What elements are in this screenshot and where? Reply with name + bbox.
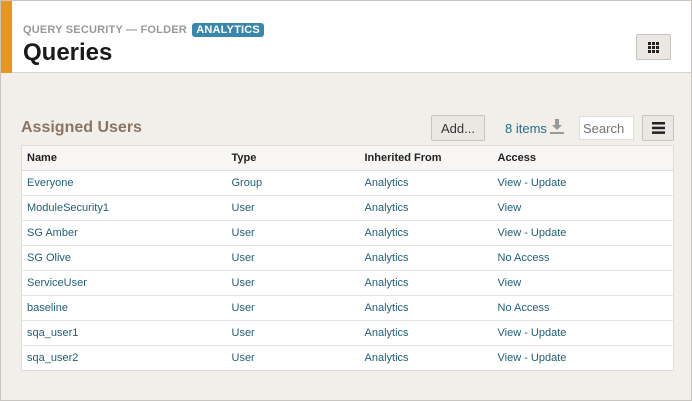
cell-type: User	[226, 295, 360, 321]
cell-inherited-from: Analytics	[359, 295, 493, 321]
cell-name: SG Olive	[21, 245, 227, 271]
menu-button[interactable]	[642, 115, 674, 141]
table-row[interactable]: SG Olive User Analytics No Access	[21, 245, 674, 271]
cell-access: View - Update	[492, 320, 674, 346]
cell-access: View	[492, 195, 674, 221]
cell-name: baseline	[21, 295, 227, 321]
table-row[interactable]: sqa_user2 User Analytics View - Update	[22, 346, 674, 371]
column-header-type[interactable]: Type	[226, 145, 360, 171]
grid-icon	[648, 41, 659, 53]
table-header: Name Type Inherited From Access	[21, 145, 674, 171]
cell-type: User	[226, 270, 360, 296]
accent-bar	[1, 1, 12, 73]
cell-access: View - Update	[492, 220, 674, 246]
download-icon[interactable]	[550, 118, 564, 137]
column-header-access[interactable]: Access	[492, 145, 674, 171]
table-row[interactable]: SG Amber User Analytics View - Update	[21, 220, 674, 246]
cell-type: User	[226, 220, 360, 246]
breadcrumb: QUERY SECURITY — FOLDER ANALYTICS	[23, 23, 264, 37]
grid-view-button[interactable]	[636, 34, 671, 60]
cell-inherited-from: Analytics	[359, 195, 493, 221]
cell-access: No Access	[492, 245, 674, 271]
cell-access: View - Update	[497, 352, 567, 364]
cell-inherited-from: Analytics	[359, 320, 493, 346]
cell-name: sqa_user2	[27, 352, 79, 364]
section-title: Assigned Users	[21, 119, 142, 136]
table-row[interactable]: Everyone Group Analytics View - Update	[21, 170, 674, 196]
item-count: 8 items	[505, 121, 547, 136]
cell-name: SG Amber	[21, 220, 227, 246]
cell-inherited-from: Analytics	[359, 170, 493, 196]
cell-inherited-from: Analytics	[364, 352, 409, 364]
assigned-users-table: Name Type Inherited From Access Everyone…	[21, 145, 674, 371]
cell-name: sqa_user1	[21, 320, 227, 346]
breadcrumb-text: QUERY SECURITY — FOLDER	[23, 24, 187, 36]
search-input[interactable]	[579, 116, 634, 140]
cell-access: View - Update	[492, 170, 674, 196]
cell-name: ModuleSecurity1	[21, 195, 227, 221]
cell-inherited-from: Analytics	[359, 220, 493, 246]
cell-type: User	[231, 352, 255, 364]
cell-access: View	[492, 270, 674, 296]
page-header: QUERY SECURITY — FOLDER ANALYTICS Querie…	[1, 1, 691, 73]
cell-access: No Access	[492, 295, 674, 321]
cell-type: User	[226, 195, 360, 221]
table-row[interactable]: sqa_user1 User Analytics View - Update	[21, 320, 674, 346]
table-row[interactable]: ServiceUser User Analytics View	[21, 270, 674, 296]
cell-inherited-from: Analytics	[359, 245, 493, 271]
cell-type: User	[226, 245, 360, 271]
folder-badge: ANALYTICS	[192, 23, 264, 37]
cell-name: Everyone	[21, 170, 227, 196]
cell-type: User	[226, 320, 360, 346]
column-header-inherited-from[interactable]: Inherited From	[359, 145, 493, 171]
cell-name: ServiceUser	[21, 270, 227, 296]
table-row[interactable]: ModuleSecurity1 User Analytics View	[21, 195, 674, 221]
add-button[interactable]: Add...	[431, 115, 485, 141]
cell-inherited-from: Analytics	[359, 270, 493, 296]
table-row[interactable]: baseline User Analytics No Access	[21, 295, 674, 321]
column-header-name[interactable]: Name	[21, 145, 227, 171]
page-title: Queries	[23, 39, 113, 66]
hamburger-icon	[651, 122, 665, 134]
cell-type: Group	[226, 170, 360, 196]
